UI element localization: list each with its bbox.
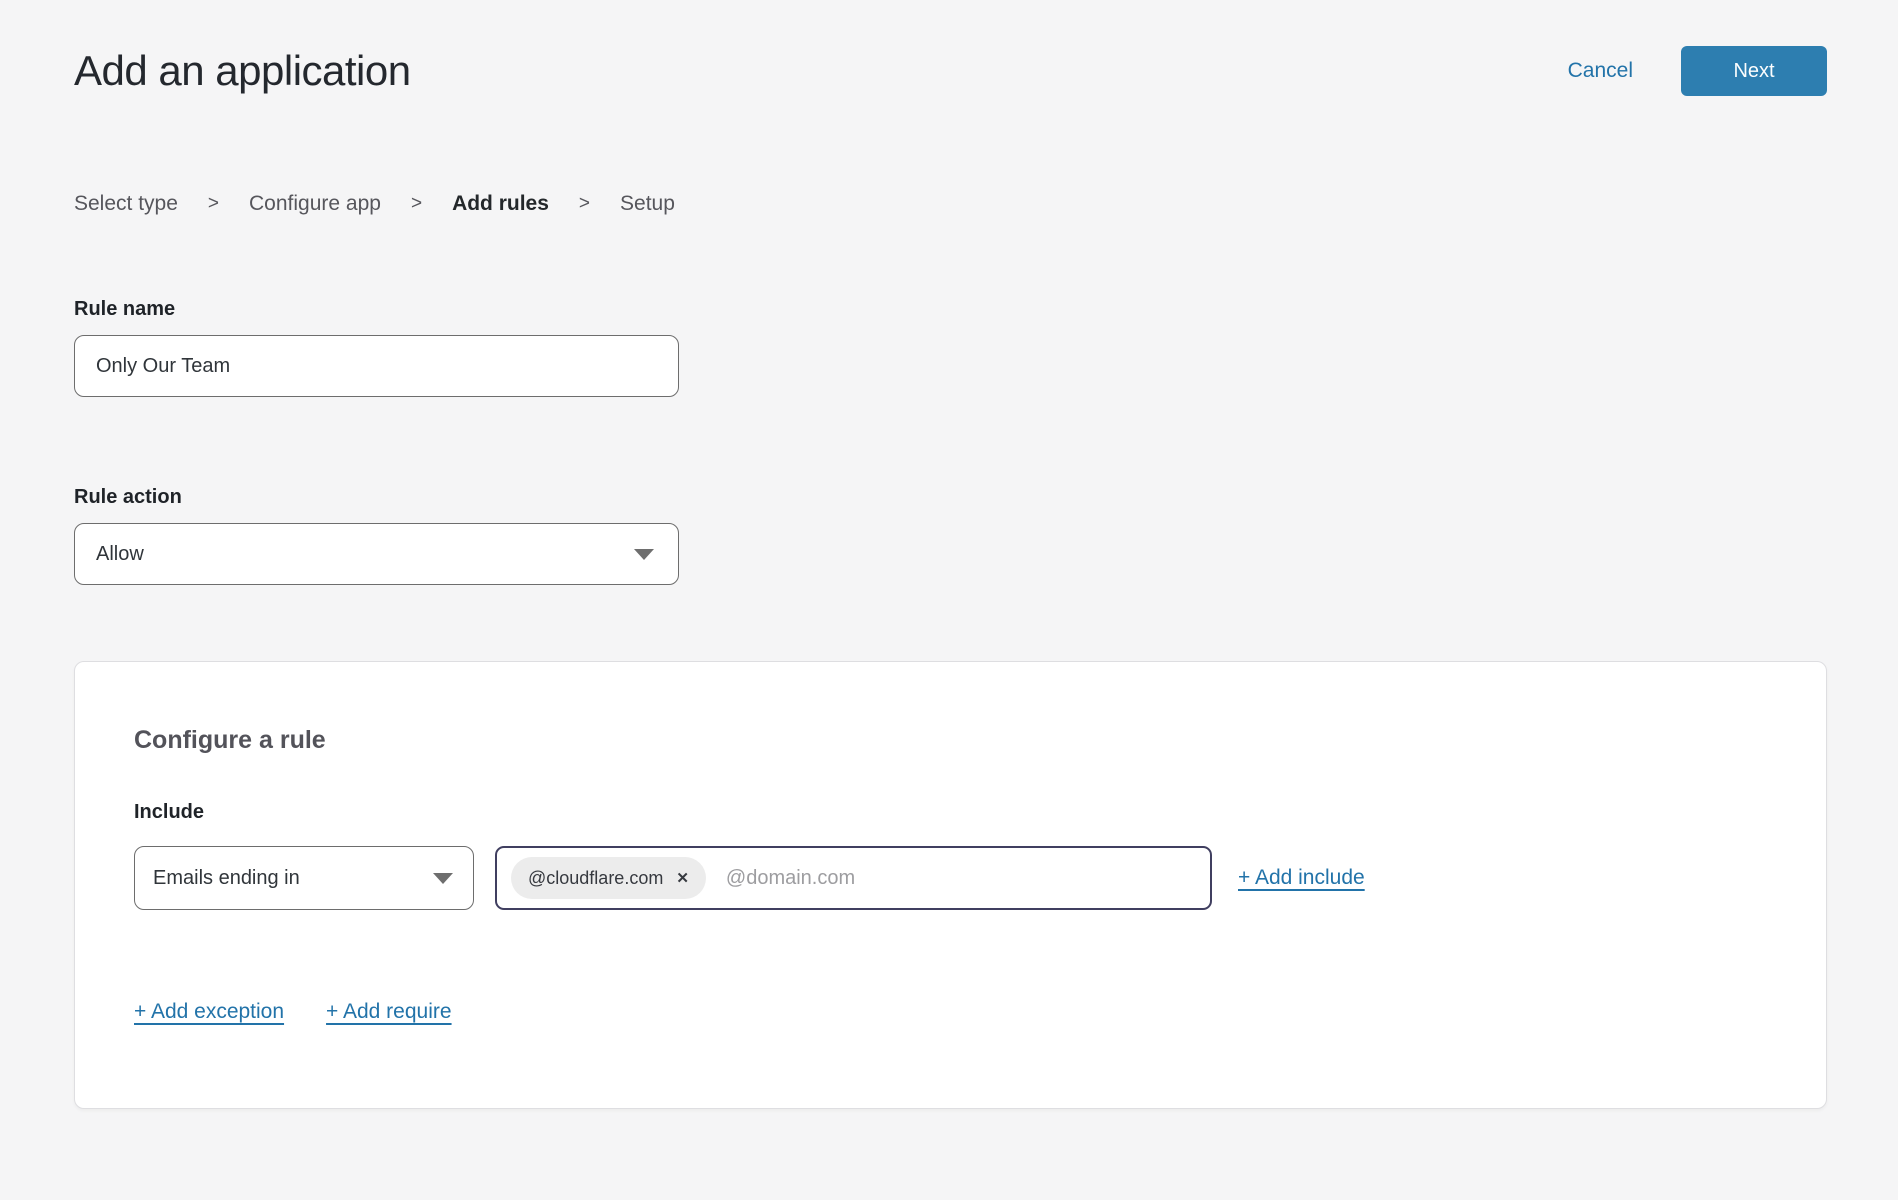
breadcrumb: Select type > Configure app > Add rules … (74, 192, 1827, 216)
header-actions: Cancel Next (1568, 46, 1827, 96)
breadcrumb-separator: > (208, 193, 219, 215)
chip-remove-icon[interactable]: ✕ (676, 869, 689, 887)
email-domain-input[interactable] (726, 867, 1196, 890)
breadcrumb-step-configure-app[interactable]: Configure app (249, 192, 381, 216)
include-criteria-selected-value: Emails ending in (153, 867, 300, 890)
breadcrumb-separator: > (579, 193, 590, 215)
rule-card-title: Configure a rule (134, 726, 1766, 755)
page-title: Add an application (74, 47, 411, 95)
rule-action-label: Rule action (74, 486, 1827, 509)
email-domain-chip: @cloudflare.com ✕ (511, 857, 706, 899)
caret-down-icon (433, 873, 453, 884)
caret-down-icon (634, 549, 654, 560)
configure-rule-card: Configure a rule Include Emails ending i… (74, 661, 1827, 1109)
breadcrumb-step-add-rules[interactable]: Add rules (452, 192, 549, 216)
next-button[interactable]: Next (1681, 46, 1827, 96)
include-criteria-select[interactable]: Emails ending in (134, 846, 474, 910)
page-header: Add an application Cancel Next (74, 0, 1827, 96)
rule-action-select[interactable]: Allow (74, 523, 679, 585)
breadcrumb-step-select-type[interactable]: Select type (74, 192, 178, 216)
rule-action-selected-value: Allow (96, 543, 144, 566)
rule-extra-links: + Add exception + Add require (134, 1000, 1766, 1024)
rule-name-label: Rule name (74, 298, 1827, 321)
add-include-link[interactable]: + Add include (1238, 866, 1365, 890)
breadcrumb-step-setup[interactable]: Setup (620, 192, 675, 216)
breadcrumb-separator: > (411, 193, 422, 215)
add-require-link[interactable]: + Add require (326, 1000, 452, 1024)
email-domain-multiselect[interactable]: @cloudflare.com ✕ (495, 846, 1212, 910)
include-label: Include (134, 801, 1766, 824)
include-rule-row: Emails ending in @cloudflare.com ✕ + Add… (134, 846, 1766, 910)
rule-name-input[interactable] (74, 335, 679, 397)
add-exception-link[interactable]: + Add exception (134, 1000, 284, 1024)
chip-label: @cloudflare.com (528, 868, 663, 889)
page: Add an application Cancel Next Select ty… (0, 0, 1898, 1109)
cancel-button[interactable]: Cancel (1568, 59, 1633, 83)
